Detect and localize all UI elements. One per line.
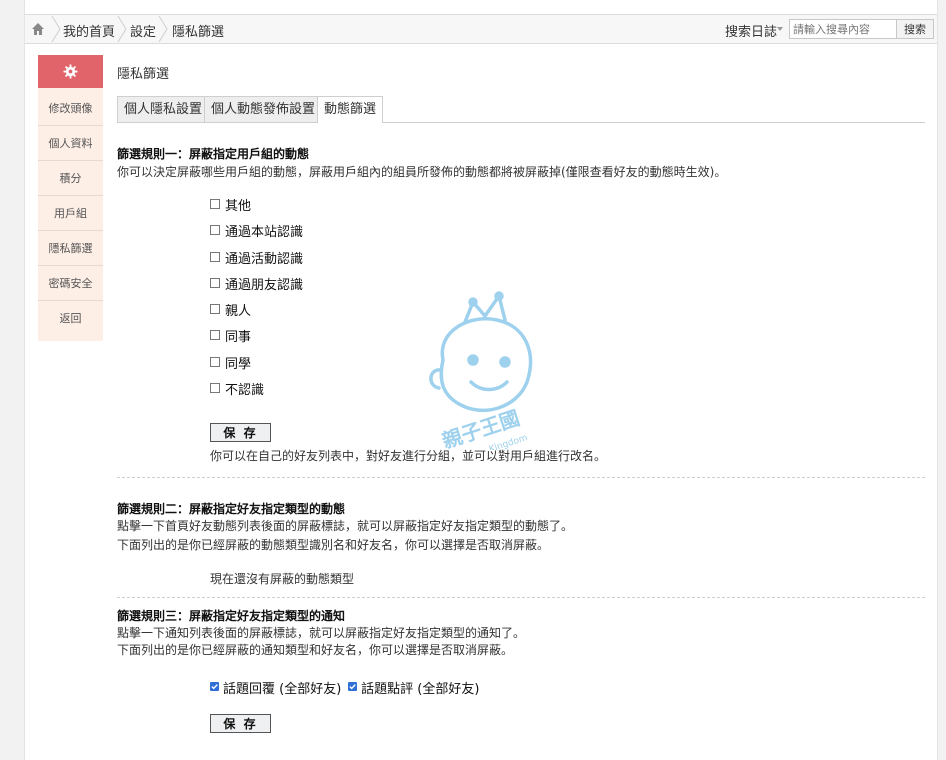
checkbox[interactable] (210, 224, 220, 235)
group-option[interactable]: 通過本站認識 (210, 221, 304, 240)
rule3-save-button[interactable]: 保 存 (210, 714, 271, 733)
rule3-desc1: 點擊一下通知列表後面的屏蔽標誌，就可以屏蔽指定好友指定類型的通知了。 (117, 626, 526, 640)
rule1-title: 篩選規則一：屏蔽指定用戶組的動態 (117, 147, 310, 161)
rule1-save-button[interactable]: 保 存 (210, 423, 271, 442)
sidebar-item-avatar[interactable]: 修改頭像 (38, 92, 103, 126)
search-button[interactable]: 搜索 (896, 19, 934, 39)
option-label: 其他 (225, 199, 252, 214)
top-bar: 我的首頁 設定 隱私篩選 搜索日誌 搜索 (25, 14, 937, 44)
checkbox-checked[interactable] (210, 682, 219, 691)
checkmark-icon (211, 684, 218, 690)
breadcrumb-separator-icon (117, 16, 127, 42)
checkbox[interactable] (210, 382, 220, 393)
group-option[interactable]: 通過朋友認識 (210, 274, 304, 293)
checkmark-icon (349, 684, 356, 690)
sidebar-item-profile[interactable]: 個人資料 (38, 127, 103, 161)
page: 我的首頁 設定 隱私篩選 搜索日誌 搜索 (24, 0, 938, 760)
rule3-title: 篩選規則三：屏蔽指定好友指定類型的通知 (117, 609, 346, 623)
page-title: 隱私篩選 (117, 67, 170, 82)
group-option[interactable]: 同事 (210, 326, 252, 345)
sidebar-item-usergroup[interactable]: 用戶組 (38, 197, 103, 231)
breadcrumb-separator-icon (51, 16, 61, 42)
sidebar-header (38, 55, 103, 88)
checkbox[interactable] (210, 277, 220, 288)
home-icon[interactable] (31, 22, 45, 36)
divider (117, 597, 925, 598)
group-option[interactable]: 不認識 (210, 379, 265, 398)
checkbox-checked[interactable] (348, 682, 358, 691)
checkbox[interactable] (210, 303, 220, 314)
sidebar: 修改頭像 個人資料 積分 用戶組 隱私篩選 密碼安全 返回 (38, 55, 103, 341)
tab-bar: 個人隱私設置 個人動態發佈設置 動態篩選 (117, 94, 925, 123)
option-label: 親人 (225, 304, 252, 319)
group-option[interactable]: 其他 (210, 195, 252, 214)
option-label: 不認識 (225, 383, 265, 398)
chevron-down-icon[interactable] (777, 27, 783, 31)
rule2-desc2: 下面列出的是你已經屏蔽的動態類型識別名和好友名，你可以選擇是否取消屏蔽。 (117, 538, 550, 552)
breadcrumb-home[interactable]: 我的首頁 (63, 21, 115, 40)
sidebar-item-privacy-filter[interactable]: 隱私篩選 (38, 232, 103, 266)
rule2-desc1: 點擊一下首頁好友動態列表後面的屏蔽標誌，就可以屏蔽指定好友指定類型的動態了。 (117, 519, 574, 533)
checkbox[interactable] (210, 198, 220, 209)
option-label: 同事 (225, 330, 252, 345)
option-label: 通過活動認識 (225, 252, 304, 267)
sidebar-item-credits[interactable]: 積分 (38, 162, 103, 196)
breadcrumb-separator-icon (158, 16, 168, 42)
divider (117, 477, 925, 478)
option-label: 通過朋友認識 (225, 278, 304, 293)
checkbox[interactable] (210, 356, 220, 367)
tab-feed-filter[interactable]: 動態篩選 (317, 96, 384, 123)
notification-options: 話題回覆 (全部好友) 話題點評 (全部好友) (210, 678, 480, 697)
rule3-desc2: 下面列出的是你已經屏蔽的通知類型和好友名，你可以選擇是否取消屏蔽。 (117, 643, 514, 657)
option-label: 通過本站認識 (225, 225, 304, 240)
watermark-logo-icon: 親子王國 Kingdom (429, 291, 533, 450)
option-label: 同學 (225, 357, 252, 372)
search-type-select[interactable]: 搜索日誌 (725, 21, 777, 40)
group-option[interactable]: 親人 (210, 300, 252, 319)
checkbox[interactable] (210, 329, 220, 340)
option-label: 話題回覆 (全部好友) (223, 682, 342, 697)
rule1-desc: 你可以決定屏蔽哪些用戶組的動態，屏蔽用戶組內的組員所發佈的動態都將被屏蔽掉(僅限… (117, 165, 727, 179)
tab-personal-privacy[interactable]: 個人隱私設置 (117, 96, 210, 122)
sidebar-item-back[interactable]: 返回 (38, 302, 103, 336)
search-input[interactable] (789, 19, 897, 39)
gear-icon (63, 64, 78, 79)
checkbox[interactable] (210, 251, 220, 262)
group-option[interactable]: 通過活動認識 (210, 248, 304, 267)
rule2-title: 篩選規則二：屏蔽指定好友指定類型的動態 (117, 502, 346, 516)
group-option[interactable]: 同學 (210, 353, 252, 372)
breadcrumb-current: 隱私篩選 (172, 25, 225, 40)
tab-feed-publish[interactable]: 個人動態發佈設置 (204, 96, 323, 122)
breadcrumb-settings[interactable]: 設定 (130, 21, 156, 40)
option-label: 話題點評 (全部好友) (361, 682, 480, 697)
sidebar-item-password[interactable]: 密碼安全 (38, 267, 103, 301)
rule2-empty-message: 現在還沒有屏蔽的動態類型 (210, 572, 355, 586)
